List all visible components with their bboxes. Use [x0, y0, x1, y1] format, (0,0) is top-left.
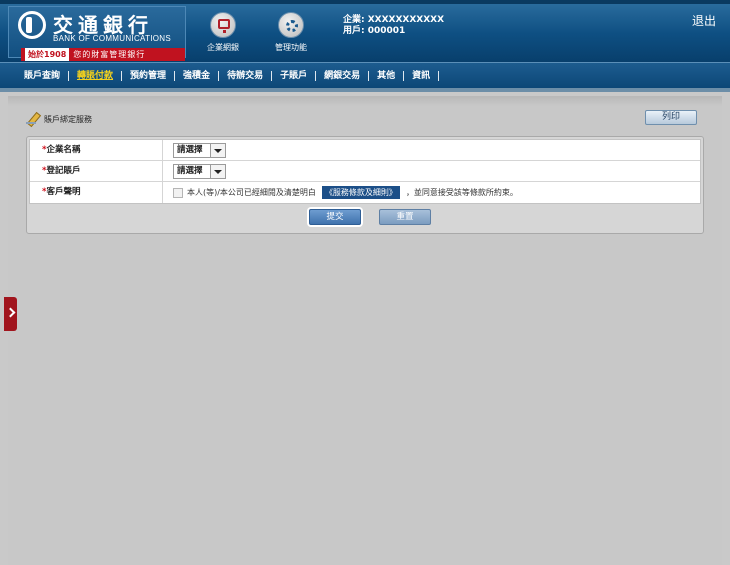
form-table: *企業名稱 請選擇 *登記賬戶 請選擇 *客戶聲明 本人(等)/本公司已經細閱及…: [29, 139, 701, 204]
monitor-icon-wrap: [210, 12, 236, 38]
declaration-label-text: 客戶聲明: [46, 187, 81, 197]
nav-management-label: 管理功能: [275, 43, 307, 52]
logo-mark-icon: [18, 11, 46, 39]
account-cell: 請選擇: [163, 161, 226, 181]
main-content: 賬戶綁定服務 列印 *企業名稱 請選擇 *登記賬戶 請選擇 *客戶聲明 本人(等…: [8, 96, 722, 565]
declaration-text: 本人(等)/本公司已經細閱及清楚明白: [187, 188, 316, 197]
declaration-cell: 本人(等)/本公司已經細閱及清楚明白 《服務條款及細則》 ，並同意接受該等條款所…: [163, 182, 518, 203]
menu-item-info[interactable]: 資訊: [404, 71, 440, 81]
monitor-icon: [218, 19, 230, 33]
main-menu: 賬戶查詢 轉賬付款 預約管理 強積金 待辦交易 子賬戶 網銀交易 其他 資訊: [0, 62, 730, 92]
nav-corporate-banking-label: 企業網銀: [207, 43, 239, 52]
chevron-down-icon[interactable]: [210, 164, 225, 178]
declaration-checkbox[interactable]: [173, 187, 183, 198]
account-label: *登記賬戶: [30, 161, 163, 181]
company-name-label-text: 企業名稱: [46, 145, 81, 155]
logout-link[interactable]: 退出: [692, 12, 716, 29]
menu-item-ebank-tx[interactable]: 網銀交易: [316, 71, 370, 81]
user-info: 企業: XXXXXXXXXXX 用戶: 000001: [343, 15, 444, 37]
form-row-account: *登記賬戶 請選擇: [30, 161, 700, 182]
since-badge: 始於1908: [25, 48, 70, 61]
account-select[interactable]: 請選擇: [173, 163, 226, 179]
slogan-text: 您的財富管理銀行: [73, 50, 146, 59]
nav-management[interactable]: 管理功能: [261, 12, 321, 53]
side-panel-toggle[interactable]: [4, 297, 17, 331]
menu-item-account-inquiry[interactable]: 賬戶查詢: [16, 71, 70, 81]
menu-item-mpf[interactable]: 強積金: [175, 71, 220, 81]
user-id: 用戶: 000001: [343, 26, 406, 36]
slogan: 始於1908 您的財富管理銀行: [21, 48, 185, 61]
menu-item-others[interactable]: 其他: [369, 71, 405, 81]
page-title: 賬戶綁定服務: [26, 112, 92, 126]
header-bar: 交通銀行 BANK OF COMMUNICATIONS 始於1908 您的財富管理…: [0, 0, 730, 62]
nav-corporate-banking[interactable]: 企業網銀: [193, 12, 253, 53]
declaration-label: *客戶聲明: [30, 182, 163, 203]
account-label-text: 登記賬戶: [46, 166, 81, 176]
form-row-declaration: *客戶聲明 本人(等)/本公司已經細閱及清楚明白 《服務條款及細則》 ，並同意接…: [30, 182, 700, 203]
pencil-icon: [26, 112, 40, 126]
account-select-value: 請選擇: [177, 165, 203, 176]
company-name-cell: 請選擇: [163, 140, 226, 160]
page-title-text: 賬戶綁定服務: [44, 114, 92, 124]
form-panel: *企業名稱 請選擇 *登記賬戶 請選擇 *客戶聲明 本人(等)/本公司已經細閱及…: [26, 136, 704, 234]
gear-icon: [286, 20, 298, 32]
form-row-company: *企業名稱 請選擇: [30, 140, 700, 161]
menu-item-transfer[interactable]: 轉賬付款: [69, 71, 123, 81]
reset-button[interactable]: 重置: [379, 209, 431, 225]
company-name-label: *企業名稱: [30, 140, 163, 160]
logo-name-en: BANK OF COMMUNICATIONS: [53, 34, 172, 43]
terms-link[interactable]: 《服務條款及細則》: [321, 186, 400, 199]
bank-logo[interactable]: 交通銀行 BANK OF COMMUNICATIONS 始於1908 您的財富管理…: [8, 6, 186, 61]
submit-button[interactable]: 提交: [309, 209, 361, 225]
company-id: 企業: XXXXXXXXXXX: [343, 15, 445, 25]
menu-item-pending[interactable]: 待辦交易: [219, 71, 273, 81]
company-name-select[interactable]: 請選擇: [173, 142, 226, 158]
print-button[interactable]: 列印: [645, 110, 697, 125]
chevron-down-icon[interactable]: [210, 143, 225, 157]
company-name-select-value: 請選擇: [177, 144, 203, 155]
form-buttons: 提交 重置: [309, 209, 431, 225]
menu-item-sub-account[interactable]: 子賬戶: [272, 71, 317, 81]
menu-item-scheduled[interactable]: 預約管理: [122, 71, 176, 81]
gear-icon-wrap: [278, 12, 304, 38]
declaration-tail: ，並同意接受該等條款所約束。: [405, 188, 518, 197]
